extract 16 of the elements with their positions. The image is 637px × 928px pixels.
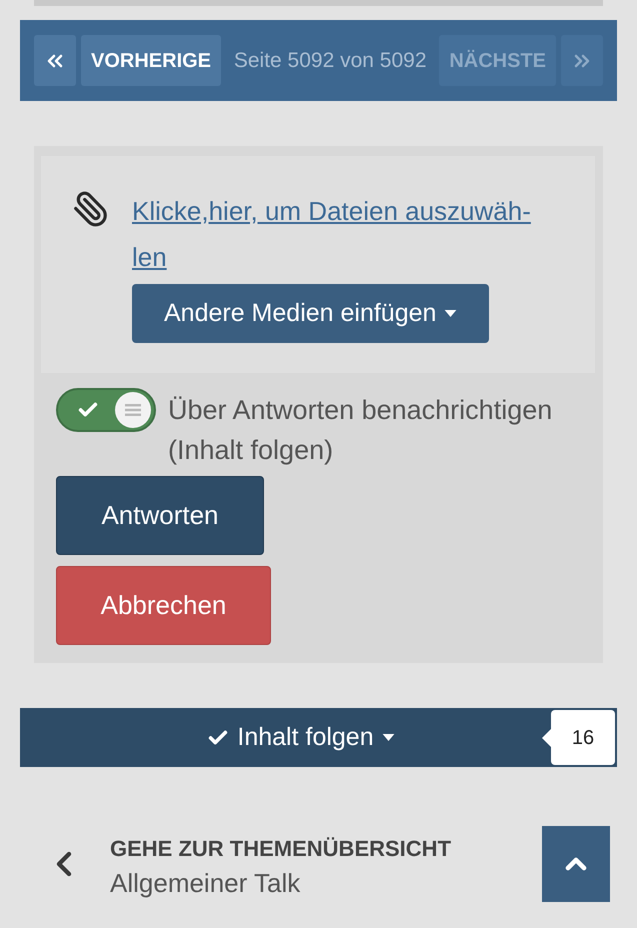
forum-name-link[interactable]: Allgemeiner Talk bbox=[110, 868, 542, 898]
reply-button[interactable]: Antworten bbox=[56, 476, 264, 555]
page-indicator: Seite 5092 von 5092 bbox=[232, 48, 428, 74]
toggle-switch[interactable] bbox=[56, 388, 156, 432]
caret-icon bbox=[444, 310, 458, 317]
insert-media-button[interactable]: Andere Medien einfügen bbox=[132, 284, 490, 343]
previous-page-button[interactable]: VORHERIGE bbox=[81, 35, 222, 86]
cancel-button[interactable]: Abbrechen bbox=[56, 566, 271, 645]
first-page-button[interactable] bbox=[34, 35, 76, 86]
paperclip-icon bbox=[72, 190, 110, 228]
notify-label: Über Antworten benachrichtigen (Inhalt folgen) bbox=[168, 394, 554, 467]
grip-lines-icon bbox=[125, 404, 141, 416]
select-files-link[interactable]: Klicke,hier, um Dateien auszuwäh-len bbox=[132, 188, 547, 280]
scroll-to-top-button[interactable] bbox=[542, 826, 610, 902]
topic-overview-link[interactable]: GEHE ZUR THEMENÜBERSICHT bbox=[110, 836, 542, 862]
caret-icon bbox=[382, 734, 395, 741]
